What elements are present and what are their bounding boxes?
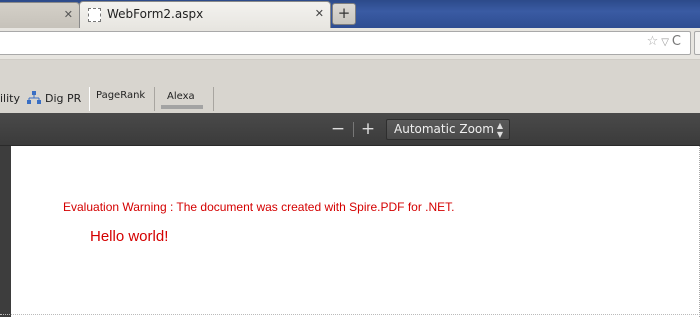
bookmark-pagerank[interactable]: PageRank xyxy=(96,90,145,101)
chevron-down-icon[interactable]: ▽ xyxy=(661,37,672,48)
close-icon[interactable]: ✕ xyxy=(64,8,73,21)
zoom-select[interactable]: Automatic Zoom ▲ ▼ xyxy=(386,119,510,140)
pdf-page: Evaluation Warning : The document was cr… xyxy=(11,146,700,317)
navigation-bar: ☆▽C xyxy=(0,28,700,60)
page-icon xyxy=(88,8,101,22)
alexa-rank-bar xyxy=(161,105,203,109)
close-icon[interactable]: ✕ xyxy=(315,7,324,20)
bookmark-ility[interactable]: ility xyxy=(0,92,20,105)
pdf-toolbar: − + Automatic Zoom ▲ ▼ xyxy=(0,113,700,146)
reload-icon[interactable]: C xyxy=(672,34,684,49)
new-tab-button[interactable]: + xyxy=(332,3,356,25)
tab-webform2[interactable]: WebForm2.aspx ✕ xyxy=(79,1,331,28)
star-icon[interactable]: ☆ xyxy=(647,34,662,49)
zoom-out-button[interactable]: − xyxy=(328,117,348,141)
search-box-edge[interactable] xyxy=(694,31,700,55)
toolbar-separator xyxy=(353,122,354,137)
select-arrows-icon: ▲ ▼ xyxy=(496,121,503,139)
network-icon xyxy=(27,91,41,104)
tab-strip: ✕ WebForm2.aspx ✕ + xyxy=(0,0,700,28)
address-input[interactable]: ☆▽C xyxy=(0,31,691,55)
bookmarks-toolbar: ility Dig PR PageRank Alexa xyxy=(0,60,700,113)
bookmark-dig-pr[interactable]: Dig PR xyxy=(45,92,81,105)
document-viewer[interactable]: Evaluation Warning : The document was cr… xyxy=(0,146,700,317)
document-body-text: Hello world! xyxy=(90,228,169,245)
page-bottom-border xyxy=(0,314,700,315)
zoom-in-button[interactable]: + xyxy=(358,117,378,141)
tab-previous[interactable]: ✕ xyxy=(0,2,80,28)
zoom-value: Automatic Zoom xyxy=(394,122,494,136)
url-actions: ☆▽C xyxy=(647,34,684,49)
tab-title: WebForm2.aspx xyxy=(107,7,204,21)
bookmark-alexa[interactable]: Alexa xyxy=(167,91,195,102)
evaluation-warning: Evaluation Warning : The document was cr… xyxy=(63,200,455,214)
